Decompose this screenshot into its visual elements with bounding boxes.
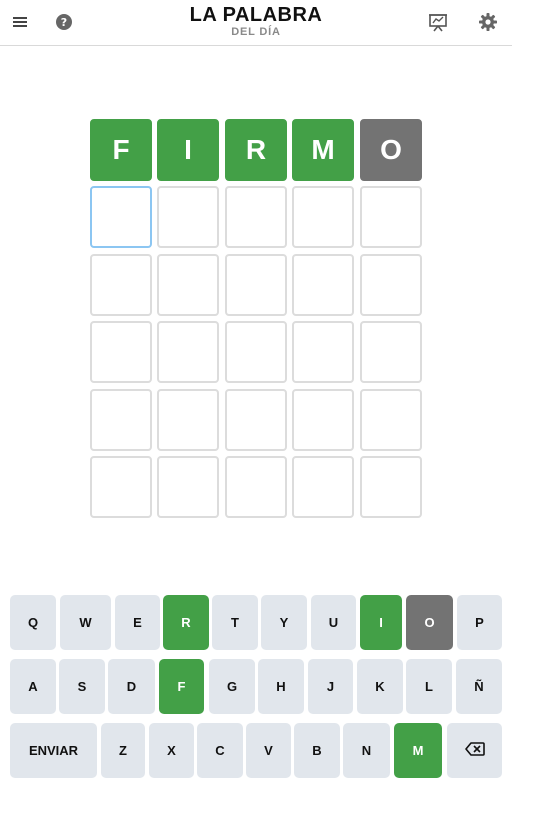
board-tile [157,321,219,383]
board-tile [90,186,152,248]
board-tile: R [225,119,287,181]
key-s[interactable]: S [59,659,105,714]
key-x[interactable]: X [149,723,194,778]
key-m[interactable]: M [394,723,442,778]
board-tile: O [360,119,422,181]
key-ñ[interactable]: Ñ [456,659,502,714]
svg-text:?: ? [61,16,67,29]
key-e[interactable]: E [115,595,160,650]
key-c[interactable]: C [197,723,243,778]
enter-key[interactable]: ENVIAR [10,723,97,778]
key-r[interactable]: R [163,595,209,650]
board-tile [360,254,422,316]
board-tile [225,254,287,316]
board-tile [360,456,422,518]
key-b[interactable]: B [294,723,340,778]
board-tile [90,321,152,383]
page-title: LA PALABRA [189,4,323,26]
board-tile [90,254,152,316]
board-tile [90,456,152,518]
board-tile [157,254,219,316]
key-d[interactable]: D [108,659,155,714]
key-v[interactable]: V [246,723,291,778]
title-block: LA PALABRA DEL DÍA [156,4,356,38]
board-tile [292,456,354,518]
board-tile [292,186,354,248]
key-l[interactable]: L [406,659,452,714]
key-w[interactable]: W [60,595,111,650]
board-tile [225,186,287,248]
key-p[interactable]: P [457,595,502,650]
key-q[interactable]: Q [10,595,56,650]
board-tile [157,456,219,518]
key-g[interactable]: G [209,659,255,714]
key-y[interactable]: Y [261,595,307,650]
board-tile [225,456,287,518]
key-n[interactable]: N [343,723,390,778]
key-h[interactable]: H [258,659,304,714]
board-tile [292,254,354,316]
board-tile [157,389,219,451]
page-subtitle: DEL DÍA [231,26,281,38]
settings-icon[interactable] [477,11,499,33]
board-tile [360,321,422,383]
stats-icon[interactable] [427,11,449,33]
board-tile [360,389,422,451]
key-u[interactable]: U [311,595,356,650]
key-t[interactable]: T [212,595,258,650]
board-tile [225,389,287,451]
key-o[interactable]: O [406,595,453,650]
menu-icon[interactable] [9,11,31,33]
key-f[interactable]: F [159,659,204,714]
backspace-icon [464,742,485,759]
app-header: ? LA PALABRA DEL DÍA [0,0,512,46]
board-tile [157,186,219,248]
board-tile: I [157,119,219,181]
board-tile: F [90,119,152,181]
key-z[interactable]: Z [101,723,145,778]
board-tile [90,389,152,451]
board-tile [292,389,354,451]
board-tile [225,321,287,383]
key-i[interactable]: I [360,595,402,650]
key-a[interactable]: A [10,659,56,714]
key-k[interactable]: K [357,659,403,714]
board-tile [292,321,354,383]
board-tile [360,186,422,248]
backspace-key[interactable] [447,723,502,778]
key-j[interactable]: J [308,659,353,714]
help-icon[interactable]: ? [53,11,75,33]
board-tile: M [292,119,354,181]
